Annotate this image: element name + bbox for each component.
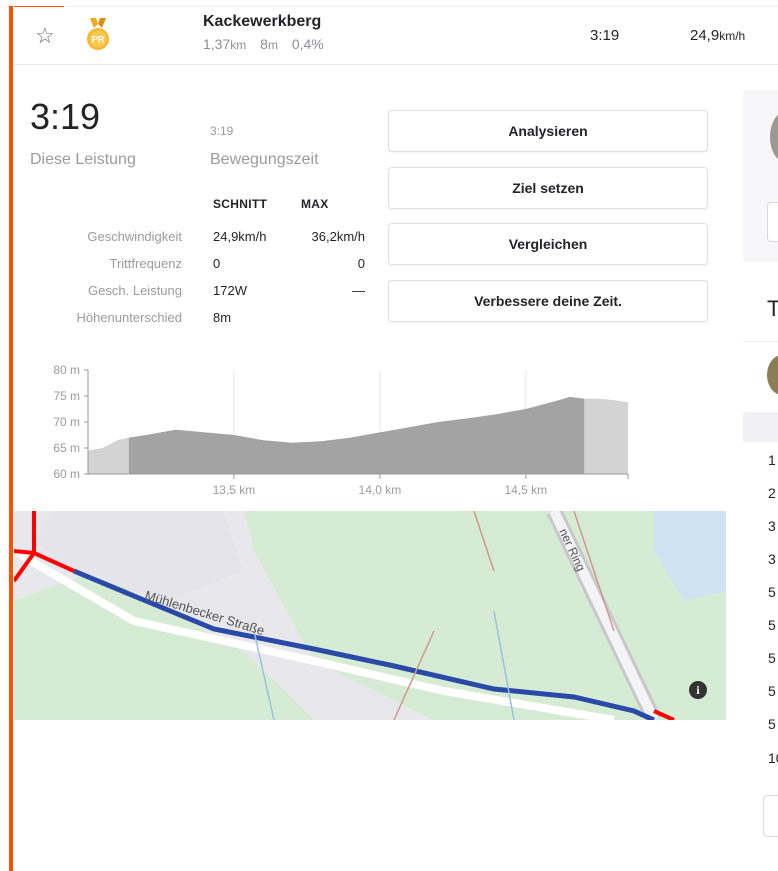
leaderboard-rank: 3 (768, 518, 776, 534)
effort-time: 3:19 (30, 96, 101, 137)
chart-y-tick-label: 70 m (53, 415, 80, 429)
segment-elevation: 8 (260, 36, 268, 52)
chart-y-tick-label: 65 m (53, 441, 80, 455)
sidebar-button[interactable] (767, 202, 778, 242)
improve-time-button[interactable]: Verbessere deine Zeit. (388, 280, 708, 322)
segment-name-link[interactable]: Kackewerkberg (203, 13, 321, 31)
leaderboard-header-row (743, 412, 778, 442)
moving-time-label: Bewegungszeit (210, 151, 319, 168)
stats-avg: 8m (213, 310, 232, 325)
leaderboard-rank: 5 (768, 683, 776, 699)
elevation-chart[interactable]: 80 m 75 m 70 m 65 m 60 m 13,5 km 14,0 km 14,5 k… (30, 360, 640, 497)
leaderboard-rank: 5 (768, 617, 776, 633)
segment-elevation-unit: m (267, 38, 278, 52)
segment-meta: 1,37km 8m 0,4% (203, 36, 334, 52)
star-icon[interactable]: ☆ (35, 24, 55, 48)
info-icon[interactable]: i (689, 681, 707, 699)
segment-map[interactable]: Mühlenbecker Straße ner Ring i (14, 511, 726, 720)
elevation-chart-svg: 80 m 75 m 70 m 65 m 60 m 13,5 km 14,0 km 14,5 k… (53, 363, 629, 497)
chart-x-tick-label: 14,5 km (504, 483, 547, 495)
elevation-segment-area (128, 397, 585, 474)
stats-max: 36,2km/h (311, 229, 365, 244)
stats-table: SCHNITT MAX Geschwindigkeit 24,9km/h 36,… (40, 197, 370, 327)
moving-time: 3:19 (210, 124, 234, 138)
chart-x-tick-label: 14,0 km (359, 483, 402, 495)
segment-speed: 24,9km/h (690, 27, 745, 44)
effort-accent-bar (9, 6, 13, 871)
pr-medal-icon: PR (84, 18, 112, 52)
analyze-button[interactable]: Analysieren (388, 110, 708, 152)
leaderboard-rank: 10 (768, 750, 778, 766)
segment-grade: 0,4% (291, 36, 324, 52)
chart-y-tick-label: 75 m (53, 389, 80, 403)
stats-max: 0 (357, 256, 365, 271)
stats-label: Geschwindigkeit (87, 229, 182, 244)
stats-max: — (352, 283, 365, 298)
sidebar-button[interactable] (763, 795, 778, 837)
effort-time-label: Diese Leistung (30, 151, 136, 168)
leaderboard-rank: 1 (768, 452, 776, 468)
stats-avg: 24,9km/h (213, 229, 267, 244)
segment-row[interactable] (14, 7, 778, 65)
leaderboard-rank: 5 (768, 650, 776, 666)
segment-speed-value: 24,9 (690, 27, 720, 44)
segment-distance: 1,37 (203, 36, 231, 52)
chart-y-tick-label: 80 m (53, 363, 80, 377)
stats-header-avg: SCHNITT (213, 197, 268, 211)
stats-avg: 0 (213, 256, 221, 271)
leaderboard-rank: 5 (768, 584, 776, 600)
chart-x-tick-label: 13,5 km (213, 483, 256, 495)
stats-label: Trittfrequenz (109, 256, 183, 271)
segment-distance-unit: km (230, 38, 247, 52)
stats-avg: 172W (213, 283, 247, 298)
chart-y-tick-label: 60 m (53, 467, 80, 481)
set-goal-button[interactable]: Ziel setzen (388, 167, 708, 209)
leaderboard-rank: 3 (768, 551, 776, 567)
map-svg: Mühlenbecker Straße ner Ring (14, 511, 726, 720)
segment-time: 3:19 (590, 27, 620, 44)
pr-badge-text: PR (92, 35, 105, 45)
stats-label: Gesch. Leistung (88, 283, 182, 298)
leaderboard-rank: 2 (768, 485, 776, 501)
stats-header-max: MAX (301, 197, 329, 211)
leaderboard-rank: 5 (768, 716, 776, 732)
stats-label: Höhenunterschied (76, 310, 182, 325)
segment-speed-unit: km/h (719, 29, 746, 43)
compare-button[interactable]: Vergleichen (388, 223, 708, 265)
leaderboard-heading: T (767, 296, 778, 321)
